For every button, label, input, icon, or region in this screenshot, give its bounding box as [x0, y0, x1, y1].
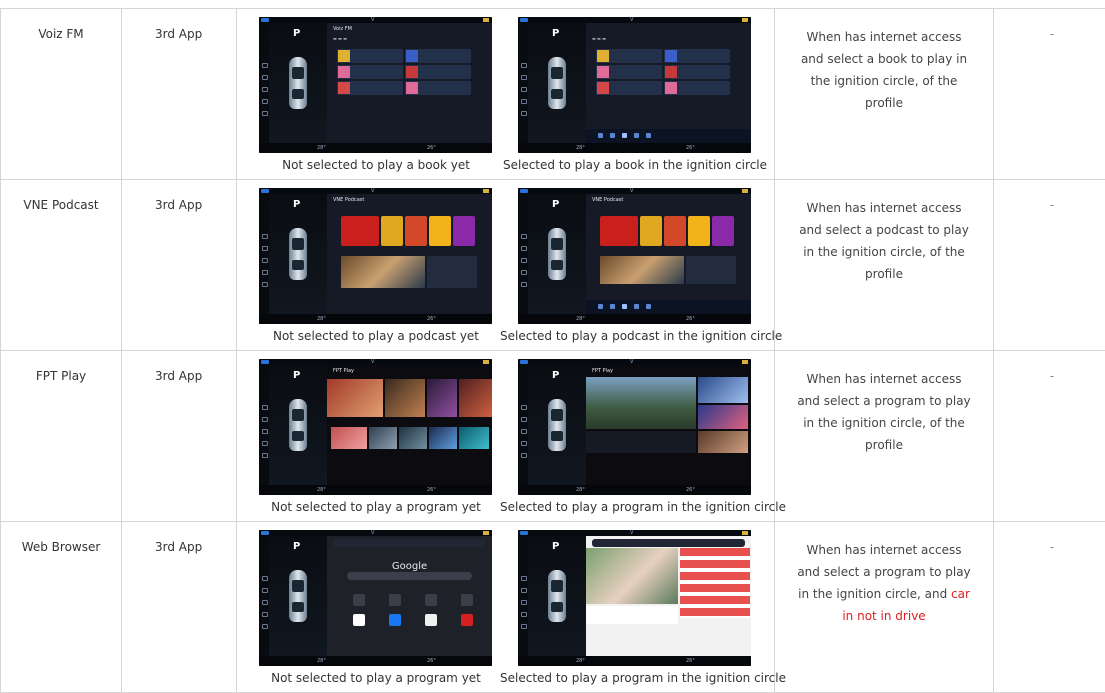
- car-icon: [289, 399, 307, 451]
- caption-not-selected: Not selected to play a podcast yet: [241, 328, 511, 344]
- condition-cell: When has internet access and select a pr…: [775, 522, 994, 693]
- car-icon: [289, 570, 307, 622]
- car-icon: [289, 57, 307, 109]
- browser-address-bar: [333, 539, 486, 547]
- screenshot-not-selected: V P Google 28°26°: [259, 530, 492, 666]
- caption-selected: Selected to play a program in the igniti…: [500, 670, 770, 686]
- caption-not-selected: Not selected to play a book yet: [241, 157, 511, 173]
- condition-cell: When has internet access and select a pr…: [775, 351, 994, 522]
- car-icon: [548, 228, 566, 280]
- note-cell: -: [994, 522, 1105, 693]
- screenshots-cell: V P Voiz FM ▬ ▬ ▬ 28°26° Not selected to…: [237, 9, 775, 180]
- app-name-cell: Web Browser: [1, 522, 122, 693]
- app-name-cell: VNE Podcast: [1, 180, 122, 351]
- table-row: FPT Play 3rd App V P FPT Play: [1, 351, 1105, 522]
- screenshot-selected: V P 28°26°: [518, 530, 751, 666]
- car-icon: [548, 57, 566, 109]
- screenshot-not-selected: V P FPT Play 28°26°: [259, 359, 492, 495]
- car-icon: [548, 570, 566, 622]
- caption-not-selected: Not selected to play a program yet: [241, 499, 511, 515]
- screenshot-selected: V P FPT Play 28°26°: [518, 359, 751, 495]
- screenshot-not-selected: V P VNE Podcast 28°26°: [259, 188, 492, 324]
- app-name-cell: Voiz FM: [1, 9, 122, 180]
- search-input: [347, 572, 472, 580]
- screenshots-cell: V P FPT Play 28°26° Not selected to: [237, 351, 775, 522]
- condition-cell: When has internet access and select a bo…: [775, 9, 994, 180]
- note-cell: -: [994, 351, 1105, 522]
- app-type-cell: 3rd App: [122, 9, 237, 180]
- screenshots-cell: V P VNE Podcast 28°26° Not selected to p…: [237, 180, 775, 351]
- table-row: Web Browser 3rd App V P Google: [1, 522, 1105, 693]
- note-cell: -: [994, 9, 1105, 180]
- screenshot-selected: V P VNE Podcast 28°26°: [518, 188, 751, 324]
- app-type-cell: 3rd App: [122, 522, 237, 693]
- car-icon: [289, 228, 307, 280]
- app-type-cell: 3rd App: [122, 180, 237, 351]
- note-cell: -: [994, 180, 1105, 351]
- car-panel: P: [269, 23, 327, 143]
- caption-selected: Selected to play a podcast in the igniti…: [500, 328, 770, 344]
- app-name-cell: FPT Play: [1, 351, 122, 522]
- screenshot-selected: V P ▬ ▬ ▬ 28°26°: [518, 17, 751, 153]
- mini-player: [586, 129, 751, 143]
- requirements-table: Voiz FM 3rd App V P Voiz FM ▬ ▬ ▬ 28°26°: [0, 8, 1105, 693]
- app-type-cell: 3rd App: [122, 351, 237, 522]
- caption-not-selected: Not selected to play a program yet: [241, 670, 511, 686]
- table-row: VNE Podcast 3rd App V P VNE Podcast 28°2…: [1, 180, 1105, 351]
- table-row: Voiz FM 3rd App V P Voiz FM ▬ ▬ ▬ 28°26°: [1, 9, 1105, 180]
- caption-selected: Selected to play a book in the ignition …: [500, 157, 770, 173]
- condition-cell: When has internet access and select a po…: [775, 180, 994, 351]
- caption-selected: Selected to play a program in the igniti…: [500, 499, 770, 515]
- screenshots-cell: V P Google 28°26° Not se: [237, 522, 775, 693]
- screenshot-not-selected: V P Voiz FM ▬ ▬ ▬ 28°26°: [259, 17, 492, 153]
- car-icon: [548, 399, 566, 451]
